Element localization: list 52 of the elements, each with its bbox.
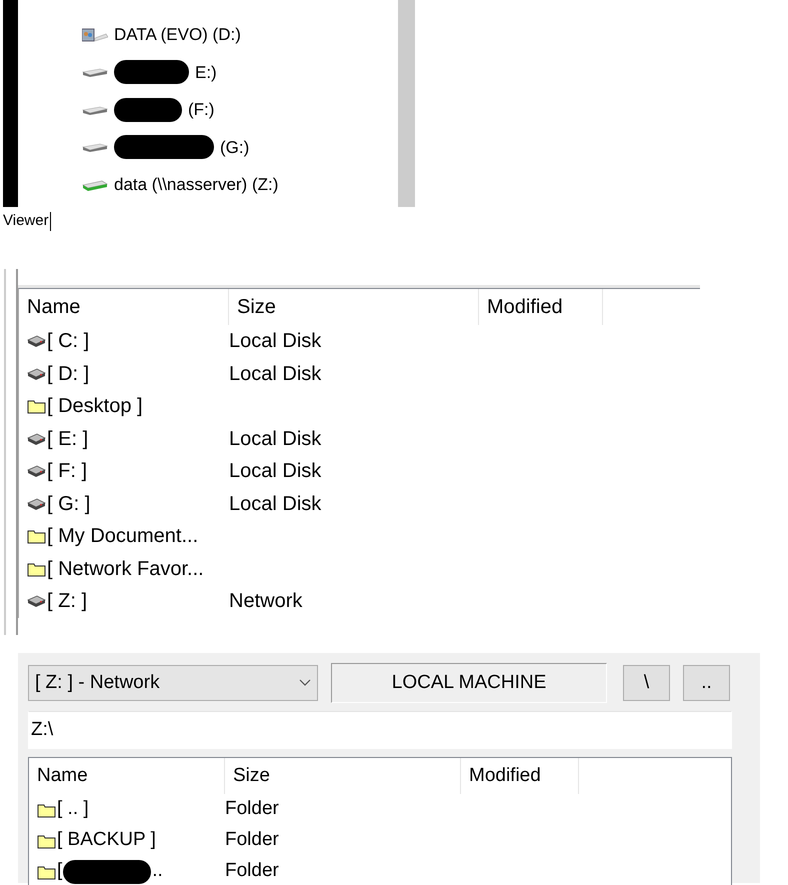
file-name[interactable]: [ D: ] [47, 358, 90, 389]
folder-icon [27, 398, 46, 414]
nav-button[interactable]: \ [623, 665, 670, 701]
file-size: Local Disk [229, 330, 322, 352]
file-name[interactable]: [ [57, 857, 62, 885]
column-header[interactable]: Name [19, 289, 229, 325]
file-size: Local Disk [229, 362, 322, 385]
file-name[interactable]: [ BACKUP ] [57, 826, 156, 855]
drive-label[interactable]: E:) [195, 60, 217, 85]
drive-dropdown[interactable]: [ Z: ] - Network [28, 665, 318, 701]
photo-drive-icon [82, 28, 108, 42]
file-name[interactable]: [ Desktop ] [47, 391, 143, 422]
folder-icon [37, 864, 56, 880]
file-name[interactable]: [ G: ] [47, 488, 90, 519]
column-header[interactable]: Modified [461, 758, 579, 794]
column-header[interactable]: Size [229, 289, 479, 325]
file-size: Network [229, 590, 302, 612]
file-name[interactable]: [ F: ] [47, 456, 87, 486]
folder-icon [27, 560, 46, 577]
folder-icon [37, 802, 56, 818]
folder-icon [27, 528, 46, 544]
chevron-down-icon [299, 679, 311, 687]
location-label: LOCAL MACHINE [331, 663, 607, 703]
path-field[interactable]: Z:\ [28, 711, 732, 749]
column-header[interactable]: Name [29, 758, 225, 794]
file-size: Local Disk [229, 428, 322, 450]
file-size: Folder [225, 860, 279, 882]
file-name[interactable]: [ Z: ] [47, 586, 87, 616]
file-name[interactable]: [ My Document... [47, 521, 198, 552]
file-name[interactable]: [ E: ] [47, 424, 88, 454]
column-header[interactable]: Size [225, 758, 461, 794]
drive-icon [82, 104, 108, 116]
network-drive-icon [82, 178, 108, 192]
drive-label[interactable]: (G:) [220, 134, 250, 160]
nav-button[interactable]: .. [683, 665, 730, 701]
drive-icon [82, 66, 108, 78]
file-size: Local Disk [229, 460, 322, 482]
file-name[interactable]: [ C: ] [47, 326, 90, 356]
file-size: Folder [225, 798, 279, 820]
file-size: Local Disk [229, 492, 322, 515]
drive-label[interactable]: DATA (EVO) (D:) [114, 22, 241, 48]
file-name-end: .. [152, 859, 163, 884]
file-name[interactable]: [ .. ] [57, 795, 89, 824]
caption-text: Viewer [3, 211, 49, 231]
file-name[interactable]: [ Network Favor... [47, 554, 204, 584]
folder-icon [37, 832, 56, 848]
drive-icon [82, 141, 108, 154]
column-header[interactable]: Modified [479, 289, 603, 325]
scrollbar[interactable] [398, 0, 415, 207]
file-size: Folder [225, 829, 279, 850]
drive-label[interactable]: (F:) [188, 97, 214, 122]
drive-label[interactable]: data (\\nasserver) (Z:) [114, 172, 278, 198]
